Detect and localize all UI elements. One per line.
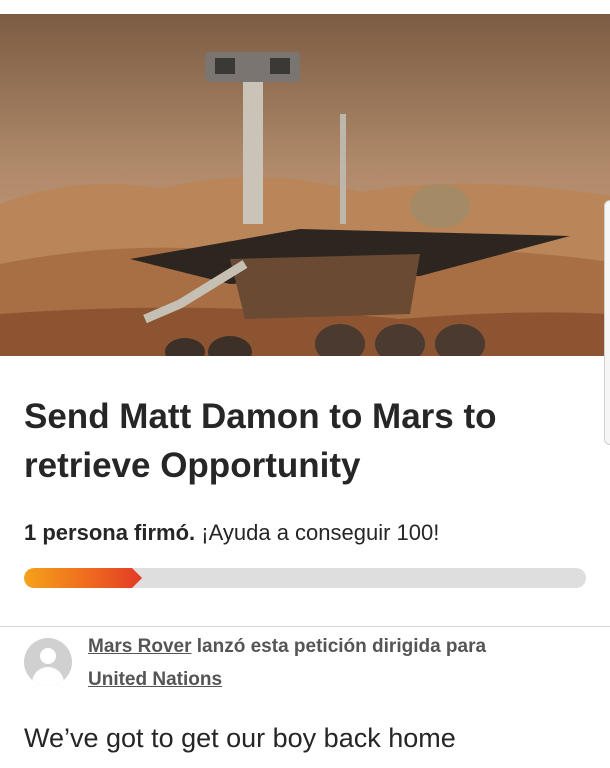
signature-count: 1 persona firmó. ¡Ayuda a conseguir 100! — [24, 520, 439, 546]
starter-author-link[interactable]: Mars Rover — [88, 636, 192, 657]
starter-action-text: lanzó esta petición dirigida para — [196, 636, 487, 657]
petition-title-line2: retrieve Opportunity — [24, 446, 361, 485]
petition-target-link[interactable]: United Nations — [88, 669, 222, 690]
user-avatar-icon[interactable] — [24, 638, 72, 686]
petition-starter-info: Mars Rover lanzó esta petición dirigida … — [88, 630, 588, 696]
goal-text: ¡Ayuda a conseguir 100! — [201, 520, 440, 545]
section-divider — [0, 626, 610, 627]
signed-count-text: 1 persona firmó. — [24, 520, 196, 545]
petition-title: Send Matt Damon to Mars to retrieve Oppo… — [24, 392, 594, 490]
avatar-body — [32, 667, 64, 686]
petition-title-line1: Send Matt Damon to Mars to — [24, 397, 497, 436]
signature-progress-fill — [24, 568, 142, 588]
mars-rover-illustration — [0, 14, 610, 356]
hero-image — [0, 14, 610, 356]
petition-description: We’ve got to get our boy back home — [24, 723, 456, 753]
scroll-edge-indicator — [604, 200, 610, 445]
signature-progress-bar — [24, 568, 586, 588]
avatar-head — [40, 648, 56, 664]
